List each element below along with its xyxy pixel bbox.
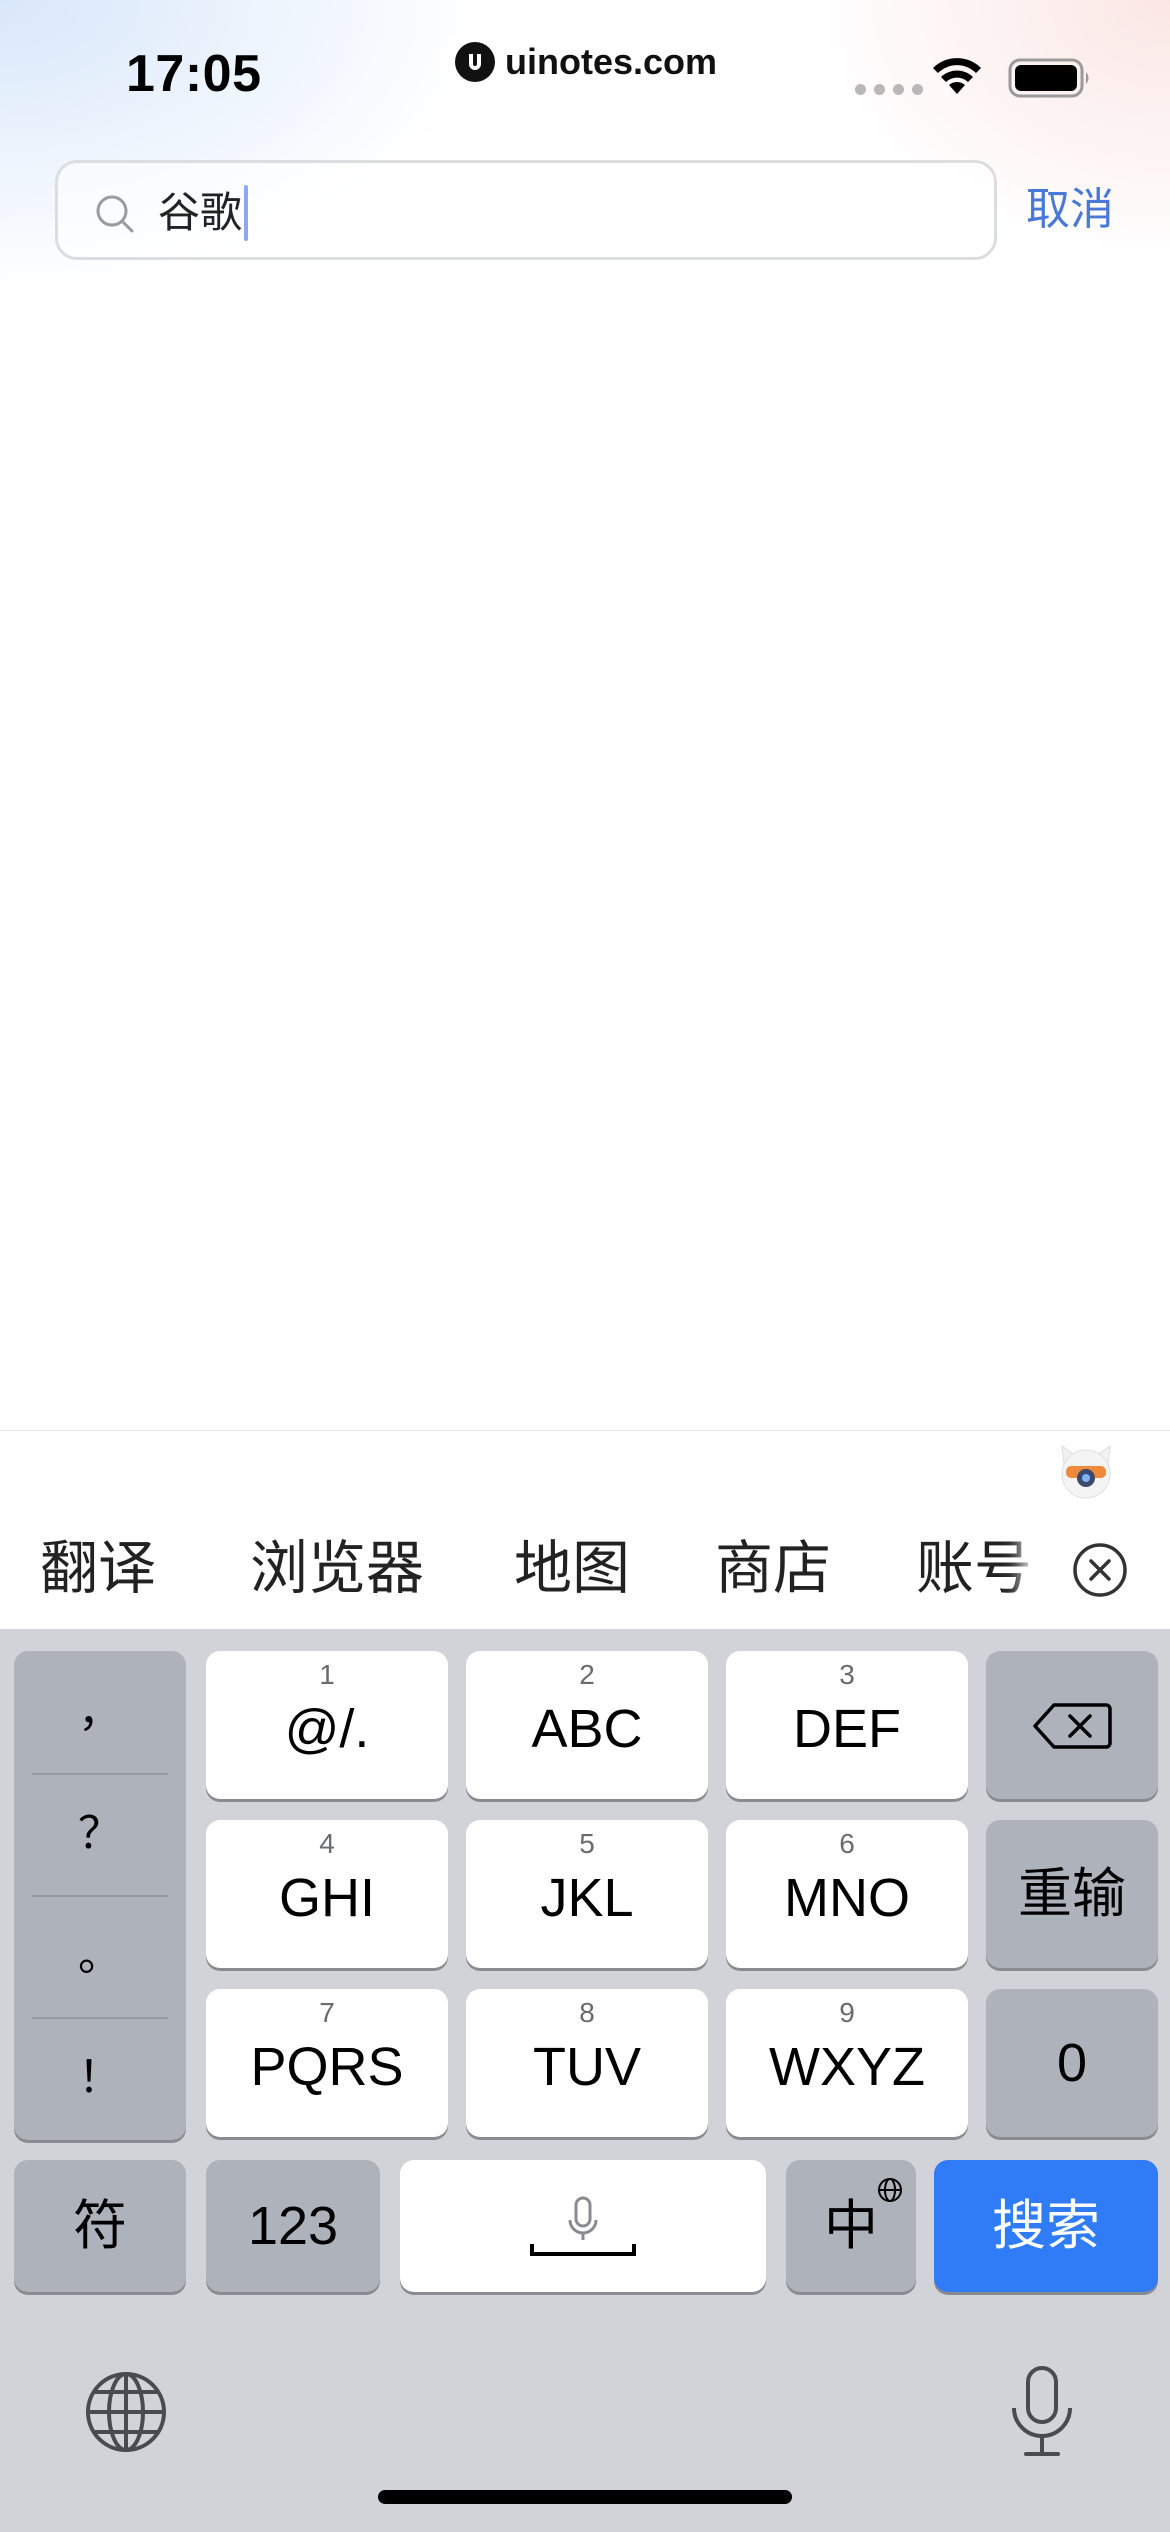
key-number: 1 [319, 1659, 335, 1690]
space-key[interactable] [400, 2160, 766, 2292]
key-number: 3 [839, 1659, 855, 1690]
backspace-icon [1032, 1701, 1112, 1755]
search-key[interactable]: 搜索 [934, 2160, 1158, 2292]
key-letters: JKL [540, 1868, 634, 1928]
status-time: 17:05 [126, 45, 262, 103]
text-caret [244, 185, 248, 241]
key-3[interactable]: 3 DEF [726, 1651, 968, 1799]
zero-label: 0 [1056, 2033, 1088, 2093]
mascot-icon[interactable] [1054, 1438, 1118, 1506]
globe-icon[interactable] [84, 2370, 168, 2458]
watermark-badge: uinotes.com [440, 28, 732, 96]
symbols-key[interactable]: 符 [14, 2160, 186, 2292]
language-key[interactable]: 中 [786, 2160, 916, 2292]
key-number: 8 [579, 1997, 595, 2028]
punctuation-key[interactable]: 。 [14, 1895, 186, 2017]
key-number: 4 [319, 1828, 335, 1859]
key-1[interactable]: 1 @/. [206, 1651, 448, 1799]
key-letters: TUV [533, 2037, 641, 2097]
punctuation-key[interactable]: ？ [14, 1773, 186, 1895]
key-7[interactable]: 7 PQRS [206, 1989, 448, 2137]
home-indicator[interactable] [378, 2490, 792, 2504]
candidate-word[interactable]: 商店 [715, 1535, 831, 1601]
numbers-label: 123 [247, 2196, 339, 2256]
key-4[interactable]: 4 GHI [206, 1820, 448, 1968]
key-2[interactable]: 2 ABC [466, 1651, 708, 1799]
key-9[interactable]: 9 WXYZ [726, 1989, 968, 2137]
key-6[interactable]: 6 MNO [726, 1820, 968, 1968]
candidate-word[interactable]: 账号 [916, 1535, 1032, 1601]
close-candidates-button[interactable] [1036, 1509, 1170, 1629]
cancel-button[interactable]: 取消 [1026, 180, 1114, 240]
punctuation-key[interactable]: ！ [14, 2017, 186, 2139]
key-letters: @/. [284, 1699, 370, 1759]
cellular-signal-icon [855, 84, 923, 95]
reenter-label: 重输 [1018, 1862, 1126, 1925]
candidate-word[interactable]: 地图 [514, 1535, 630, 1601]
search-query-text: 谷歌 [158, 188, 243, 237]
symbols-label: 符 [73, 2194, 127, 2257]
candidate-word[interactable]: 浏览器 [250, 1535, 424, 1601]
key-number: 7 [319, 1997, 335, 2028]
watermark-text: uinotes.com [504, 41, 718, 82]
backspace-key[interactable] [986, 1651, 1158, 1799]
reenter-key[interactable]: 重输 [986, 1820, 1158, 1968]
wifi-icon [930, 54, 984, 100]
key-letters: MNO [784, 1868, 910, 1928]
candidate-word[interactable]: 翻译 [40, 1535, 156, 1601]
battery-icon [1008, 58, 1092, 102]
search-key-label: 搜索 [992, 2194, 1100, 2257]
key-number: 5 [579, 1828, 595, 1859]
key-8[interactable]: 8 TUV [466, 1989, 708, 2137]
search-icon [94, 193, 136, 239]
watermark-logo-icon [454, 42, 495, 82]
key-letters: GHI [278, 1868, 375, 1928]
globe-small-icon [876, 2176, 904, 2208]
close-circle-icon [1072, 1542, 1128, 1602]
punctuation-column[interactable]: ， ？ 。 ！ [14, 1651, 186, 2140]
key-letters: WXYZ [769, 2037, 925, 2097]
key-letters: PQRS [250, 2037, 404, 2097]
key-letters: ABC [531, 1699, 643, 1759]
key-number: 9 [839, 1997, 855, 2028]
key-number: 6 [839, 1828, 855, 1859]
mic-icon[interactable] [1006, 2364, 1078, 2464]
keyboard-toolbar [0, 1430, 1170, 1510]
punctuation-key[interactable]: ， [14, 1651, 186, 1773]
key-5[interactable]: 5 JKL [466, 1820, 708, 1968]
search-input[interactable]: 谷歌 [55, 160, 997, 260]
space-mic-icon [528, 2196, 638, 2262]
key-letters: DEF [793, 1699, 901, 1759]
numbers-key[interactable]: 123 [206, 2160, 380, 2292]
key-number: 2 [579, 1659, 595, 1690]
key-0[interactable]: 0 [986, 1989, 1158, 2137]
